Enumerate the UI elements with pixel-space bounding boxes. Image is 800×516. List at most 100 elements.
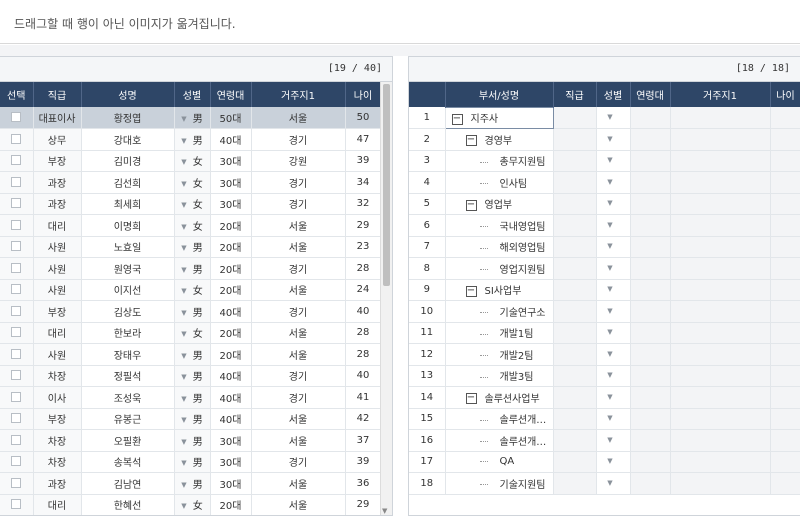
dropdown-arrow-icon[interactable]: ▼ xyxy=(181,459,186,467)
gender-cell[interactable]: ▼ xyxy=(596,171,631,194)
age-cell[interactable]: 41 xyxy=(345,386,382,409)
checkbox-icon[interactable] xyxy=(11,348,22,359)
tree-name-cell[interactable]: − 경영부 xyxy=(445,128,554,151)
checkbox-icon[interactable] xyxy=(11,413,22,424)
age-cell[interactable] xyxy=(770,236,800,258)
rank-cell[interactable]: 사원 xyxy=(33,343,82,366)
select-cell[interactable] xyxy=(0,429,34,452)
name-cell[interactable]: 최세희 xyxy=(81,193,175,215)
table-row[interactable]: 차장 정필석 ▼ 男 40대 경기 40 xyxy=(0,365,382,387)
age-group-cell[interactable]: 40대 xyxy=(210,300,252,323)
rank-cell[interactable] xyxy=(553,214,597,237)
residence-cell[interactable]: 경기 xyxy=(251,257,346,280)
age-group-cell[interactable] xyxy=(630,193,671,215)
checkbox-icon[interactable] xyxy=(11,219,22,230)
tree-row[interactable]: 2− 경영부 ▼ xyxy=(409,128,800,151)
column-header-name[interactable]: 성명 xyxy=(81,82,175,107)
dropdown-arrow-icon[interactable]: ▼ xyxy=(181,395,186,403)
age-group-cell[interactable]: 40대 xyxy=(210,128,252,151)
dropdown-arrow-icon[interactable]: ▼ xyxy=(607,178,612,186)
age-group-cell[interactable] xyxy=(630,322,671,344)
table-row[interactable]: 상무 강대호 ▼ 男 40대 경기 47 xyxy=(0,128,382,151)
residence-cell[interactable] xyxy=(670,150,771,172)
dropdown-arrow-icon[interactable]: ▼ xyxy=(181,330,186,338)
gender-cell[interactable]: ▼ xyxy=(596,365,631,387)
age-cell[interactable] xyxy=(770,300,800,323)
age-group-cell[interactable] xyxy=(630,343,671,366)
tree-row[interactable]: 15 솔루션개… ▼ xyxy=(409,408,800,430)
dropdown-arrow-icon[interactable]: ▼ xyxy=(607,479,612,487)
age-cell[interactable]: 50 xyxy=(345,107,382,129)
age-group-cell[interactable]: 30대 xyxy=(210,429,252,452)
age-cell[interactable] xyxy=(770,279,800,301)
age-group-cell[interactable] xyxy=(630,408,671,430)
scrollbar-thumb[interactable] xyxy=(383,84,390,286)
age-group-cell[interactable]: 30대 xyxy=(210,451,252,473)
age-cell[interactable]: 28 xyxy=(345,343,382,366)
residence-cell[interactable]: 경기 xyxy=(251,365,346,387)
residence-cell[interactable]: 서울 xyxy=(251,494,346,515)
select-cell[interactable] xyxy=(0,408,34,430)
column-header-gender[interactable]: 성별 xyxy=(596,82,631,107)
age-cell[interactable] xyxy=(770,322,800,344)
residence-cell[interactable] xyxy=(670,236,771,258)
age-group-cell[interactable] xyxy=(630,128,671,151)
tree-row[interactable]: 17 QA ▼ xyxy=(409,451,800,473)
select-cell[interactable] xyxy=(0,494,34,515)
dropdown-arrow-icon[interactable]: ▼ xyxy=(181,244,186,252)
age-group-cell[interactable] xyxy=(630,300,671,323)
gender-cell[interactable]: ▼ 女 xyxy=(174,494,211,515)
tree-row[interactable]: 12 개발2팀 ▼ xyxy=(409,343,800,366)
age-cell[interactable]: 42 xyxy=(345,408,382,430)
tree-name-cell[interactable]: 개발3팀 xyxy=(445,365,554,387)
residence-cell[interactable] xyxy=(670,300,771,323)
tree-row[interactable]: 13 개발3팀 ▼ xyxy=(409,365,800,387)
select-cell[interactable] xyxy=(0,322,34,344)
tree-row[interactable]: 6 국내영업팀 ▼ xyxy=(409,214,800,237)
age-cell[interactable] xyxy=(770,365,800,387)
collapse-toggle-icon[interactable]: − xyxy=(451,113,463,125)
column-header-age[interactable]: 나이 xyxy=(770,82,800,107)
tree-row[interactable]: 16 솔루션개… ▼ xyxy=(409,429,800,452)
dropdown-arrow-icon[interactable]: ▼ xyxy=(181,438,186,446)
rank-cell[interactable]: 대리 xyxy=(33,214,82,237)
checkbox-icon[interactable] xyxy=(11,305,22,316)
column-header-age-group[interactable]: 연령대 xyxy=(630,82,671,107)
select-cell[interactable] xyxy=(0,279,34,301)
age-cell[interactable]: 36 xyxy=(345,472,382,495)
rank-cell[interactable]: 과장 xyxy=(33,472,82,495)
name-cell[interactable]: 노효일 xyxy=(81,236,175,258)
scroll-down-arrow-icon[interactable]: ▼ xyxy=(382,507,387,515)
residence-cell[interactable] xyxy=(670,322,771,344)
residence-cell[interactable]: 서울 xyxy=(251,236,346,258)
age-group-cell[interactable]: 20대 xyxy=(210,214,252,237)
age-cell[interactable] xyxy=(770,214,800,237)
tree-row[interactable]: 9− SI사업부 ▼ xyxy=(409,279,800,301)
residence-cell[interactable] xyxy=(670,429,771,452)
gender-cell[interactable]: ▼ 男 xyxy=(174,343,211,366)
residence-cell[interactable]: 경기 xyxy=(251,451,346,473)
select-cell[interactable] xyxy=(0,107,34,129)
residence-cell[interactable] xyxy=(670,408,771,430)
age-cell[interactable] xyxy=(770,386,800,409)
dropdown-arrow-icon[interactable]: ▼ xyxy=(607,242,612,250)
select-cell[interactable] xyxy=(0,171,34,194)
table-row[interactable]: 사원 장태우 ▼ 男 20대 서울 28 xyxy=(0,343,382,366)
checkbox-icon[interactable] xyxy=(11,133,22,144)
residence-cell[interactable]: 경기 xyxy=(251,386,346,409)
age-cell[interactable]: 34 xyxy=(345,171,382,194)
gender-cell[interactable]: ▼ xyxy=(596,128,631,151)
select-cell[interactable] xyxy=(0,386,34,409)
dropdown-arrow-icon[interactable]: ▼ xyxy=(607,135,612,143)
name-cell[interactable]: 정필석 xyxy=(81,365,175,387)
age-cell[interactable] xyxy=(770,408,800,430)
dropdown-arrow-icon[interactable]: ▼ xyxy=(181,373,186,381)
gender-cell[interactable]: ▼ 男 xyxy=(174,408,211,430)
gender-cell[interactable]: ▼ xyxy=(596,150,631,172)
age-cell[interactable] xyxy=(770,472,800,495)
rank-cell[interactable]: 사원 xyxy=(33,279,82,301)
age-group-cell[interactable]: 20대 xyxy=(210,343,252,366)
residence-cell[interactable] xyxy=(670,171,771,194)
checkbox-icon[interactable] xyxy=(11,370,22,381)
age-group-cell[interactable] xyxy=(630,365,671,387)
